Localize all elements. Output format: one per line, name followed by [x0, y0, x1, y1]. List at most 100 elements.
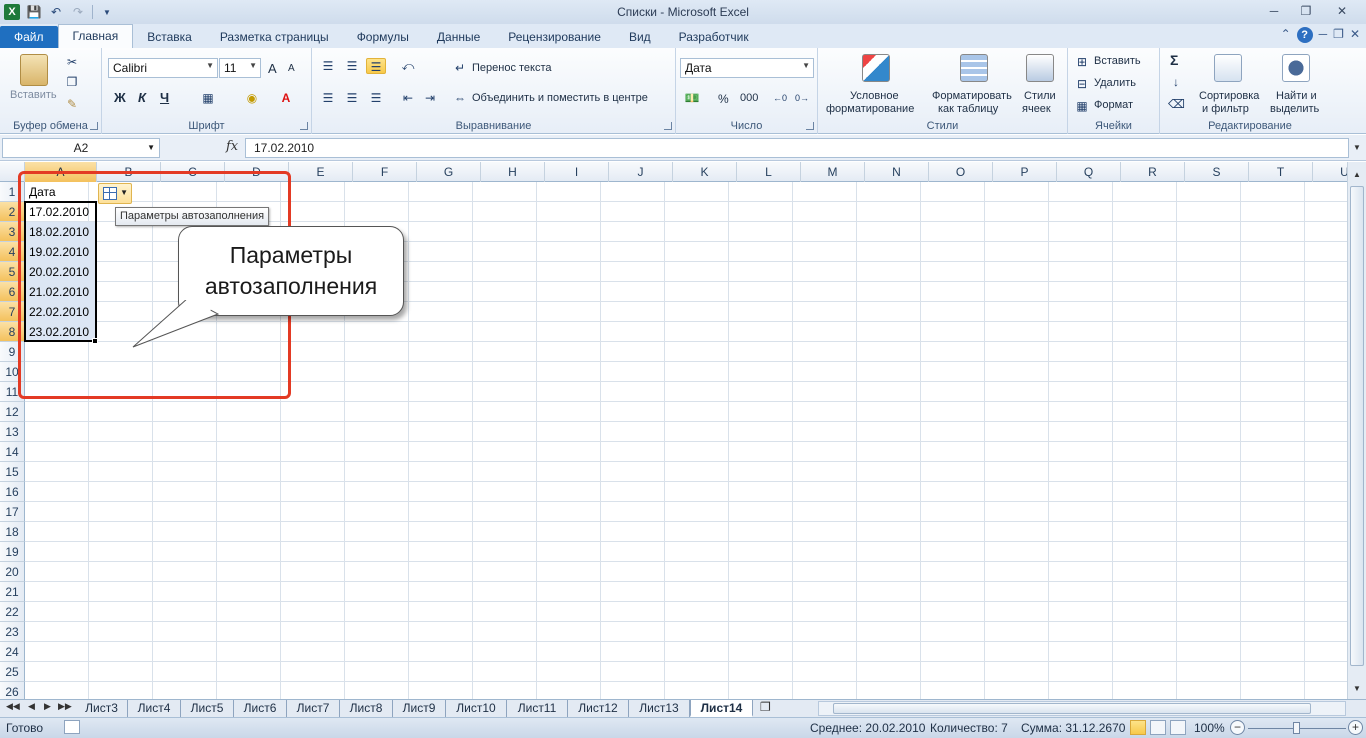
- column-header-O[interactable]: O: [929, 162, 993, 182]
- close-icon[interactable]: ✕: [1322, 0, 1362, 22]
- next-sheet-icon[interactable]: ▶: [44, 701, 51, 712]
- sheet-tab-Лист12[interactable]: Лист12: [568, 700, 629, 717]
- sheet-tab-Лист8[interactable]: Лист8: [340, 700, 393, 717]
- row-header-19[interactable]: 19: [0, 542, 25, 562]
- prev-sheet-icon[interactable]: ◀: [28, 701, 35, 712]
- zoom-slider-thumb[interactable]: [1293, 722, 1300, 734]
- column-header-L[interactable]: L: [737, 162, 801, 182]
- clear-icon[interactable]: ⌫: [1168, 96, 1185, 112]
- format-as-table-line2[interactable]: как таблицу: [938, 103, 998, 115]
- align-left-icon[interactable]: ☰: [320, 90, 336, 106]
- minimize-ribbon-icon[interactable]: ⌃: [1281, 27, 1291, 43]
- decrease-indent-icon[interactable]: ⇤: [400, 90, 416, 106]
- row-header-15[interactable]: 15: [0, 462, 25, 482]
- formula-input[interactable]: 17.02.2010: [245, 138, 1349, 158]
- column-header-P[interactable]: P: [993, 162, 1057, 182]
- fill-color-icon[interactable]: ◉: [244, 90, 260, 106]
- sheet-tab-Лист5[interactable]: Лист5: [181, 700, 234, 717]
- autosum-button[interactable]: Σ: [1170, 52, 1178, 68]
- increase-decimal-icon[interactable]: ←0: [772, 90, 788, 106]
- find-select-line1[interactable]: Найти и: [1276, 90, 1317, 102]
- sheet-tab-Лист3[interactable]: Лист3: [76, 700, 128, 717]
- tab-formulas[interactable]: Формулы: [343, 26, 423, 48]
- borders-icon[interactable]: ▦: [200, 90, 216, 106]
- increase-indent-icon[interactable]: ⇥: [422, 90, 438, 106]
- bold-button[interactable]: Ж: [114, 90, 126, 105]
- paste-button[interactable]: Вставить: [10, 89, 57, 101]
- align-right-icon[interactable]: ☰: [368, 90, 384, 106]
- zoom-in-icon[interactable]: +: [1348, 720, 1363, 735]
- wrap-text-button[interactable]: Перенос текста: [472, 62, 552, 74]
- align-middle-icon[interactable]: ☰: [344, 58, 360, 74]
- row-header-14[interactable]: 14: [0, 442, 25, 462]
- excel-logo-icon[interactable]: X: [4, 4, 20, 20]
- cell-styles-line1[interactable]: Стили: [1024, 90, 1056, 102]
- column-header-H[interactable]: H: [481, 162, 545, 182]
- cut-icon[interactable]: ✂: [64, 54, 80, 70]
- workbook-close-icon[interactable]: ✕: [1350, 27, 1360, 43]
- scroll-down-icon[interactable]: ▼: [1348, 680, 1366, 697]
- underline-button[interactable]: Ч: [160, 90, 169, 105]
- row-header-23[interactable]: 23: [0, 622, 25, 642]
- cell-styles-line2[interactable]: ячеек: [1022, 103, 1051, 115]
- format-as-table-line1[interactable]: Форматировать: [932, 90, 1012, 102]
- horizontal-scrollbar[interactable]: [818, 701, 1346, 716]
- merge-center-button[interactable]: Объединить и поместить в центре: [472, 92, 648, 104]
- fill-icon[interactable]: ↓: [1168, 74, 1184, 90]
- conditional-formatting-icon[interactable]: [862, 54, 890, 82]
- sheet-tab-Лист14[interactable]: Лист14: [690, 700, 753, 717]
- undo-icon[interactable]: ↶: [48, 5, 64, 19]
- row-header-13[interactable]: 13: [0, 422, 25, 442]
- column-header-E[interactable]: E: [289, 162, 353, 182]
- column-header-J[interactable]: J: [609, 162, 673, 182]
- tab-page-layout[interactable]: Разметка страницы: [206, 26, 343, 48]
- tab-review[interactable]: Рецензирование: [494, 26, 615, 48]
- sort-filter-line2[interactable]: и фильтр: [1202, 103, 1249, 115]
- column-header-U[interactable]: U: [1313, 162, 1347, 182]
- first-sheet-icon[interactable]: ◀◀: [6, 701, 20, 712]
- row-header-26[interactable]: 26: [0, 682, 25, 699]
- insert-function-icon[interactable]: fx: [226, 139, 238, 154]
- font-launcher-icon[interactable]: [300, 122, 308, 130]
- normal-view-icon[interactable]: [1130, 720, 1146, 735]
- number-format-combo[interactable]: Дата ▼: [680, 58, 814, 78]
- column-header-K[interactable]: K: [673, 162, 737, 182]
- sheet-tab-Лист9[interactable]: Лист9: [393, 700, 446, 717]
- copy-icon[interactable]: ❐: [64, 74, 80, 90]
- page-layout-view-icon[interactable]: [1150, 720, 1166, 735]
- column-header-R[interactable]: R: [1121, 162, 1185, 182]
- save-icon[interactable]: 💾: [26, 5, 42, 19]
- font-size-combo[interactable]: 11 ▼: [219, 58, 261, 78]
- font-name-combo[interactable]: Calibri ▼: [108, 58, 218, 78]
- expand-formula-bar-icon[interactable]: ▼: [1350, 138, 1364, 158]
- row-header-24[interactable]: 24: [0, 642, 25, 662]
- row-header-25[interactable]: 25: [0, 662, 25, 682]
- conditional-formatting-line2[interactable]: форматирование: [826, 103, 914, 115]
- orientation-icon[interactable]: ⤺: [400, 58, 416, 74]
- insert-sheet-icon[interactable]: ❐: [760, 700, 771, 714]
- page-break-view-icon[interactable]: [1170, 720, 1186, 735]
- scroll-up-icon[interactable]: ▲: [1348, 166, 1366, 183]
- name-box[interactable]: A2 ▼: [2, 138, 160, 158]
- conditional-formatting-line1[interactable]: Условное: [850, 90, 899, 102]
- row-header-18[interactable]: 18: [0, 522, 25, 542]
- align-center-icon[interactable]: ☰: [344, 90, 360, 106]
- column-header-F[interactable]: F: [353, 162, 417, 182]
- find-select-icon[interactable]: [1282, 54, 1310, 82]
- customize-qat-icon[interactable]: ▼: [99, 8, 115, 17]
- column-header-I[interactable]: I: [545, 162, 609, 182]
- thousands-button[interactable]: 000: [740, 92, 758, 104]
- find-select-line2[interactable]: выделить: [1270, 103, 1319, 115]
- zoom-out-icon[interactable]: −: [1230, 720, 1245, 735]
- tab-developer[interactable]: Разработчик: [665, 26, 763, 48]
- sort-filter-line1[interactable]: Сортировка: [1199, 90, 1259, 102]
- grow-font-button[interactable]: A: [268, 61, 277, 76]
- macro-record-icon[interactable]: [64, 720, 80, 734]
- row-header-17[interactable]: 17: [0, 502, 25, 522]
- workbook-minimize-icon[interactable]: ─: [1319, 27, 1328, 43]
- cell-styles-icon[interactable]: [1026, 54, 1054, 82]
- help-icon[interactable]: ?: [1296, 27, 1313, 43]
- row-header-12[interactable]: 12: [0, 402, 25, 422]
- percent-button[interactable]: %: [718, 92, 729, 106]
- column-header-Q[interactable]: Q: [1057, 162, 1121, 182]
